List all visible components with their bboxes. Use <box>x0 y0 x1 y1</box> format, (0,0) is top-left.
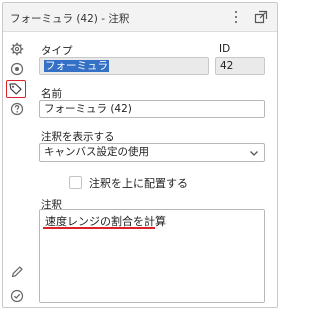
show-annotation-select[interactable]: キャンバス設定の使用 <box>39 143 265 162</box>
chevron-down-icon <box>248 147 260 159</box>
type-label: タイプ <box>41 45 73 57</box>
panel-titlebar: フォーミュラ (42) - 注釈 <box>3 3 277 32</box>
name-input[interactable]: フォーミュラ (42) <box>39 100 265 118</box>
pencil-icon[interactable] <box>9 264 25 280</box>
place-on-top-label: 注釈を上に配置する <box>89 177 188 190</box>
tag-icon[interactable] <box>6 80 26 98</box>
place-on-top-checkbox[interactable] <box>69 176 82 189</box>
undock-icon[interactable] <box>253 9 269 25</box>
panel-sidebar <box>3 32 31 307</box>
name-label: 名前 <box>41 88 62 100</box>
id-field[interactable]: 42 <box>215 57 265 75</box>
type-value: フォーミュラ <box>44 60 109 72</box>
id-value: 42 <box>220 60 234 72</box>
annotation-underline <box>43 227 155 229</box>
annotation-form: タイプ フォーミュラ ID 42 名前 フォーミュラ (42) 注釈を表示する … <box>33 32 271 303</box>
annotation-textarea[interactable]: 速度レンジの割合を計算 <box>39 209 265 303</box>
panel-title: フォーミュラ (42) - 注釈 <box>10 13 130 25</box>
help-icon[interactable] <box>9 101 25 117</box>
gear-icon[interactable] <box>9 41 25 57</box>
more-options-icon[interactable] <box>231 9 241 25</box>
show-annotation-label: 注釈を表示する <box>41 131 115 143</box>
id-label: ID <box>219 43 231 55</box>
show-annotation-value: キャンバス設定の使用 <box>44 146 149 158</box>
configuration-panel: フォーミュラ (42) - 注釈 タイプ フォーミュラ ID 42 名前 フォー… <box>2 2 278 308</box>
type-field[interactable]: フォーミュラ <box>39 57 209 75</box>
check-circle-icon[interactable] <box>9 288 25 304</box>
target-icon[interactable] <box>9 61 25 77</box>
